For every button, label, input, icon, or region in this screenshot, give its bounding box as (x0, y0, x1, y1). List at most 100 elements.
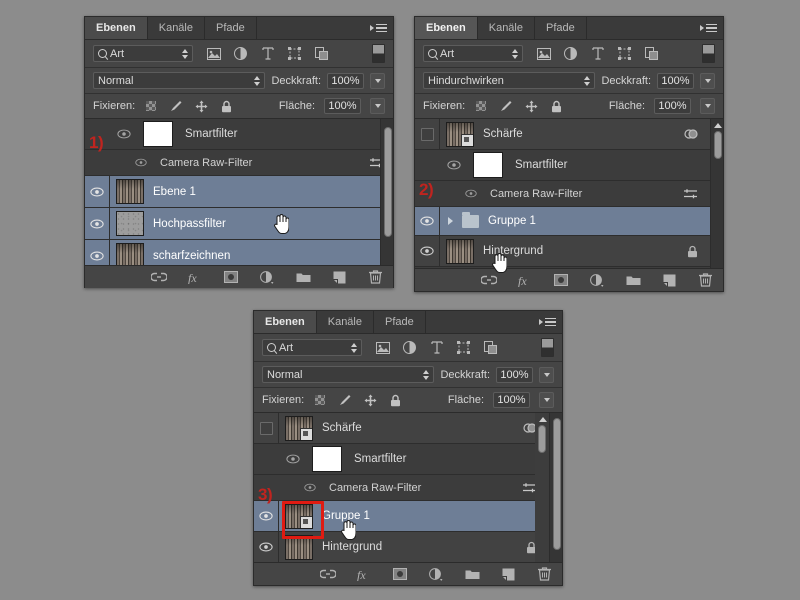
lock-all-icon[interactable] (219, 99, 233, 113)
layer-mask-icon[interactable] (553, 272, 569, 288)
visibility-toggle[interactable] (415, 150, 467, 180)
layer-row-scharfzeichnen[interactable]: scharfzeichnen (85, 240, 393, 265)
layers-panel-1[interactable]: Ebenen Kanäle Pfade Art Normal Deckkraft… (84, 16, 394, 288)
scroll-up-arrow-icon[interactable] (714, 123, 722, 128)
filter-toggle-switch[interactable] (372, 44, 385, 63)
opacity-dropdown-icon[interactable] (700, 72, 715, 89)
layer-thumbnail[interactable] (285, 415, 313, 441)
panel-menu-icon[interactable] (700, 17, 717, 39)
tab-pfade[interactable]: Pfade (535, 17, 587, 39)
scrollbar-thumb[interactable] (384, 127, 392, 237)
adjustment-layer-icon[interactable] (402, 340, 417, 355)
tab-kanaele[interactable]: Kanäle (316, 311, 374, 333)
lock-position-icon[interactable] (524, 99, 538, 113)
link-layers-icon[interactable] (481, 272, 497, 288)
lock-image-icon[interactable] (338, 393, 352, 407)
blend-mode-select[interactable]: Hindurchwirken (423, 72, 596, 89)
tab-kanaele[interactable]: Kanäle (477, 17, 535, 39)
panel3-layer-list[interactable]: Schärfe Smartfilter Camera Raw-Filter Gr… (254, 413, 562, 562)
fill-dropdown-icon[interactable] (370, 98, 385, 114)
panel-menu-icon[interactable] (539, 311, 556, 333)
type-layer-icon[interactable] (260, 46, 275, 61)
kind-filter-select[interactable]: Art (262, 339, 362, 356)
lock-image-icon[interactable] (499, 99, 513, 113)
opacity-value[interactable]: 100% (327, 72, 364, 89)
layer-list-scrollbar[interactable] (710, 119, 723, 268)
visibility-toggle[interactable] (85, 208, 110, 239)
smartfilter-mask-thumbnail[interactable] (312, 446, 342, 472)
opacity-value[interactable]: 100% (657, 72, 694, 89)
layer-thumbnail[interactable] (116, 179, 144, 204)
layer-row-smartfilter-mask[interactable]: Smartfilter (254, 444, 562, 475)
kind-filter-select[interactable]: Art (423, 45, 523, 62)
adjustment-layer-icon[interactable] (589, 272, 605, 288)
visibility-checkbox-empty[interactable] (259, 421, 273, 435)
layer-thumbnail[interactable] (116, 243, 144, 265)
type-layer-icon[interactable] (429, 340, 444, 355)
tab-kanaele[interactable]: Kanäle (147, 17, 205, 39)
layer-thumbnail[interactable] (116, 211, 144, 236)
adjustment-layer-icon[interactable] (428, 566, 444, 582)
shape-layer-icon[interactable] (456, 340, 471, 355)
pixel-layer-icon[interactable] (206, 46, 221, 61)
delete-layer-icon[interactable] (536, 566, 552, 582)
fill-value[interactable]: 100% (324, 98, 361, 114)
tab-ebenen[interactable]: Ebenen (254, 311, 317, 333)
scroll-up-arrow-icon[interactable] (539, 417, 547, 422)
new-group-icon[interactable] (464, 566, 480, 582)
layer-row-smartfilter-mask[interactable]: Smartfilter (85, 119, 393, 150)
panel2-layer-list[interactable]: Schärfe Smartfilter Camera Raw-Filter Gr… (415, 119, 723, 268)
layer-thumbnail[interactable] (446, 121, 474, 147)
chevron-updown-icon[interactable] (512, 48, 518, 59)
scrollbar-thumb[interactable] (714, 131, 722, 159)
layers-panel-2[interactable]: Ebenen Kanäle Pfade Art Hindurchwirken D… (414, 16, 724, 292)
filter-toggle-switch[interactable] (702, 44, 715, 63)
opacity-dropdown-icon[interactable] (539, 366, 554, 383)
scrollbar-thumb-outer[interactable] (553, 418, 561, 550)
chevron-updown-icon[interactable] (254, 75, 261, 86)
visibility-toggle[interactable] (85, 150, 153, 175)
smartfilter-mask-thumbnail[interactable] (473, 152, 503, 178)
smart-object-icon[interactable] (314, 46, 329, 61)
visibility-toggle[interactable] (254, 501, 279, 531)
tab-pfade[interactable]: Pfade (205, 17, 257, 39)
layer-row-gruppe-1[interactable]: Gruppe 1 (415, 207, 723, 236)
smartfilter-mask-thumbnail[interactable] (143, 121, 173, 147)
chevron-updown-icon[interactable] (351, 342, 357, 353)
layer-list-scrollbar[interactable] (535, 413, 549, 562)
opacity-dropdown-icon[interactable] (370, 72, 385, 89)
layer-row-camera-raw-filter[interactable]: Camera Raw-Filter (415, 181, 723, 207)
new-layer-icon[interactable] (331, 269, 347, 285)
visibility-toggle[interactable] (254, 444, 306, 474)
lock-all-icon[interactable] (549, 99, 563, 113)
layer-row-hochpassfilter[interactable]: Hochpassfilter (85, 208, 393, 240)
layer-style-fx-icon[interactable]: fx (187, 269, 203, 285)
tab-pfade[interactable]: Pfade (374, 311, 426, 333)
layer-mask-icon[interactable] (223, 269, 239, 285)
layer-style-fx-icon[interactable]: fx (517, 272, 533, 288)
visibility-toggle[interactable] (415, 236, 440, 266)
lock-all-icon[interactable] (388, 393, 402, 407)
filter-toggle-switch[interactable] (541, 338, 554, 357)
tab-ebenen[interactable]: Ebenen (415, 17, 478, 39)
chevron-updown-icon[interactable] (584, 75, 591, 86)
adjustment-layer-icon[interactable] (233, 46, 248, 61)
layer-mask-icon[interactable] (392, 566, 408, 582)
chevron-updown-icon[interactable] (182, 48, 188, 59)
smart-filter-visibility-icon[interactable] (684, 128, 698, 140)
layer-row-schaerfe[interactable]: Schärfe (415, 119, 723, 150)
pixel-layer-icon[interactable] (536, 46, 551, 61)
layer-row-schaerfe[interactable]: Schärfe (254, 413, 562, 444)
scrollbar-thumb[interactable] (538, 425, 546, 453)
lock-position-icon[interactable] (194, 99, 208, 113)
layer-list-scrollbar[interactable] (380, 119, 393, 265)
shape-layer-icon[interactable] (617, 46, 632, 61)
visibility-toggle[interactable] (415, 207, 440, 235)
layer-list-outer-scrollbar[interactable] (549, 413, 562, 562)
kind-filter-select[interactable]: Art (93, 45, 193, 62)
layer-row-hintergrund[interactable]: Hintergrund (415, 236, 723, 267)
type-layer-icon[interactable] (590, 46, 605, 61)
filter-settings-icon[interactable] (683, 188, 698, 200)
fill-value[interactable]: 100% (493, 392, 530, 408)
visibility-toggle[interactable] (415, 119, 440, 149)
